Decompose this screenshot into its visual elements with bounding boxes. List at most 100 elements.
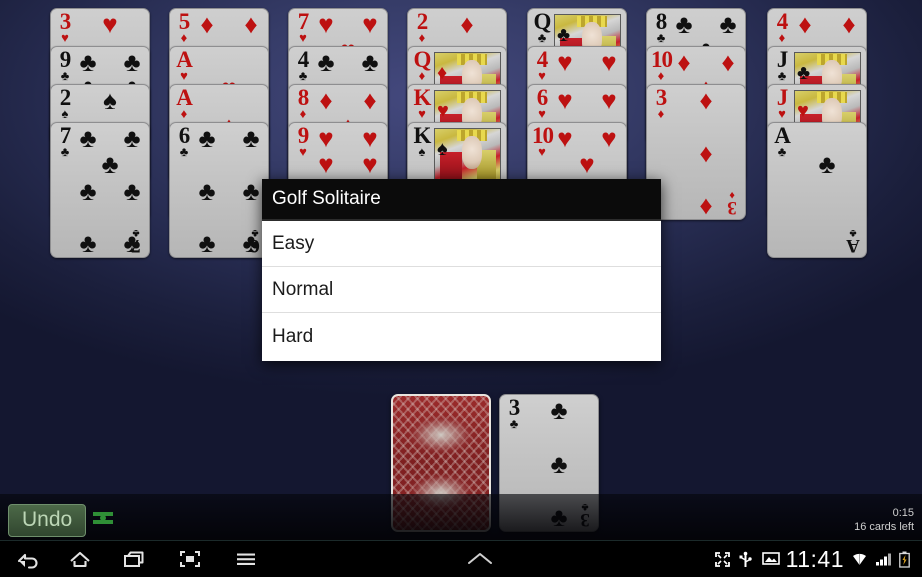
card-suit: ♣ [179,144,189,159]
card-corner: A ♥ [174,47,194,82]
recents-icon[interactable] [106,541,162,577]
court-card-pip: ♥ [437,100,449,123]
battery-icon[interactable] [899,551,916,568]
card-pip: ♣ [550,395,568,425]
card-pip: ♣ [242,122,260,153]
card-corner: 4 ♣ [293,47,313,82]
court-card-art: ♠ [434,128,501,182]
card-pip: ♣ [242,175,260,206]
card-pip: ♥ [318,122,334,153]
card-corner: A ♣ [772,123,792,158]
dialog-option-easy[interactable]: Easy [262,221,661,267]
card-corner: 4 ♦ [772,9,792,44]
card-suit: ♣ [656,30,666,45]
card-pip: ♣ [675,8,693,39]
back-icon[interactable] [0,541,56,577]
redo-icon[interactable] [92,510,114,526]
card-corner: 7 ♥ [293,9,313,44]
card-suit: ♣ [298,68,308,83]
card-pip: ♣ [198,122,216,153]
wifi-icon[interactable] [851,551,868,568]
card-pip: ♥ [579,149,595,180]
card-pip: ♥ [601,122,617,153]
card-corner: 2 ♠ [55,85,75,120]
signal-icon[interactable] [875,551,892,568]
card-pip: ♣ [79,46,97,77]
card-pip: ♣ [79,122,97,153]
undo-button[interactable]: Undo [8,504,87,537]
card-pip: ♠ [103,84,117,115]
game-surface[interactable]: 3♥♥♥♥9♣♣♣♣♣♣♣♣♣♣2♠♠♠7♣♣♣♣♣♣♣♣7♣5♦♦♦♦♦♦A♥… [0,0,922,540]
card-pip: ♣ [79,175,97,206]
card-suit: ♥ [299,144,307,159]
chevron-up-icon[interactable] [440,541,520,577]
card-pip: ♣ [818,149,836,180]
dialog-option-hard[interactable]: Hard [262,313,661,361]
card-suit: ♥ [299,30,307,45]
waste-card-suit: ♣ [509,416,519,431]
card-suit: ♦ [778,30,786,45]
court-card-pip: ♥ [797,100,809,123]
dialog-option-normal[interactable]: Normal [262,267,661,313]
card-corner: Q ♦ [412,47,432,82]
card-suit: ♦ [180,30,188,45]
card-pip: ♣ [101,149,119,180]
card-corner: 6 ♣ [174,123,194,158]
card-pip: ♣ [123,122,141,153]
court-card-pip: ♦ [437,62,448,85]
image-icon[interactable] [761,551,780,568]
card-corner: 4 ♥ [532,47,552,82]
card-suit: ♥ [538,68,546,83]
card-corner: A ♦ [174,85,194,120]
card-suit: ♣ [777,68,787,83]
card-pip: ♣ [123,175,141,206]
card-pip: ♦ [460,8,474,39]
card-corner: 3 ♥ [55,9,75,44]
card-pip: ♦ [200,8,214,39]
card-pip: ♣ [123,46,141,77]
card-corner: 9 ♣ [55,47,75,82]
card-suit: ♦ [657,106,665,121]
card-pip: ♣ [317,46,335,77]
card-pip: ♦ [319,84,333,115]
screenshot-icon[interactable] [162,541,218,577]
card-pip: ♣ [198,228,216,258]
card-pip: ♦ [798,8,812,39]
home-icon[interactable] [52,541,108,577]
card-pip: ♣ [198,175,216,206]
waste-card-corner: 3 ♣ [504,395,524,430]
card-corner: 2 ♦ [412,9,432,44]
card-pip: ♥ [102,8,118,39]
card-pip: ♣ [79,228,97,258]
card-pip: ♦ [244,8,258,39]
card-corner: 8 ♦ [293,85,313,120]
card-pip: ♥ [601,84,617,115]
card-pip: ♦ [699,190,713,220]
card-pip: ♥ [557,84,573,115]
status-bar-clock: 11:41 [785,545,844,572]
playing-card[interactable]: 7 ♣ ♣ ♣ ♣ ♣ ♣ ♣ ♣ 7 ♣ [50,122,150,258]
android-nav-bar: 11:41 [0,540,922,577]
system-tray[interactable]: 11:41 [714,541,916,577]
difficulty-dialog: Golf Solitaire Easy Normal Hard [262,179,661,361]
card-pip: ♥ [557,122,573,153]
playing-card[interactable]: 6 ♣ ♣ ♣ ♣ ♣ ♣ ♣ 6 ♣ [169,122,269,258]
card-suit: ♥ [61,30,69,45]
timer-text: 0:15 [892,507,914,519]
card-corner: 6 ♥ [532,85,552,120]
expand-icon[interactable] [714,551,731,568]
card-suit: ♥ [538,106,546,121]
card-pip: ♦ [721,46,735,77]
menu-icon[interactable] [218,541,274,577]
card-corner: 8 ♣ [651,9,671,44]
card-suit: ♣ [60,68,70,83]
playing-card[interactable]: 3 ♦ ♦ ♦ ♦ 3 ♦ [646,84,746,220]
usb-icon[interactable] [738,551,755,568]
card-pip: ♦ [842,8,856,39]
status-block: 0:15 16 cards left [854,506,914,534]
hud-bar [0,494,922,540]
dialog-title-bar: Golf Solitaire [262,179,661,221]
card-corner-br: 3 ♦ [727,189,737,218]
card-pip: ♣ [361,46,379,77]
playing-card[interactable]: A ♣ ♣ A ♣ [767,122,867,258]
